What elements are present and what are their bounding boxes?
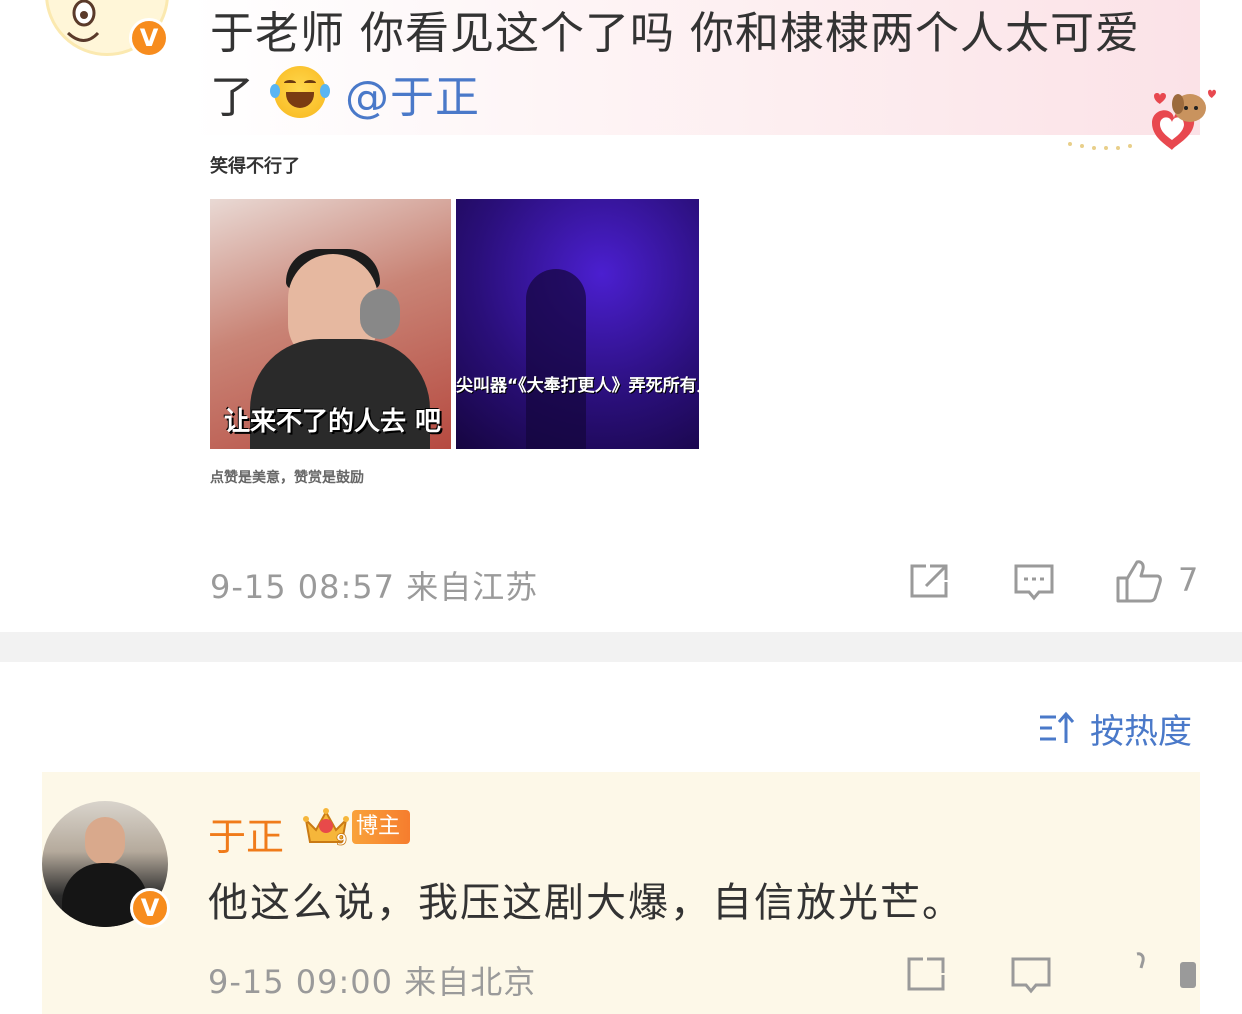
heart-puppy-sticker-icon (1062, 88, 1222, 158)
laughing-tears-emoji-icon (270, 66, 330, 118)
section-divider (0, 632, 1242, 662)
share-icon[interactable] (905, 955, 947, 993)
like-count: 7 (1178, 561, 1199, 599)
blogger-badge: 9 博主 (302, 806, 411, 848)
image-1-subtitle: 让来不了的人去 吧 (224, 407, 442, 437)
share-icon[interactable] (908, 562, 950, 600)
crown-level-icon: 9 (303, 808, 349, 848)
image-figure-silhouette (526, 269, 586, 449)
comment-author-name[interactable]: 于正 (208, 806, 284, 861)
comment-icon[interactable] (1013, 562, 1055, 602)
post-text: 于老师 你看见这个了吗 你和棣棣两个人太可爱 了 @于正 (210, 2, 1170, 130)
blogger-tag: 博主 (352, 810, 411, 844)
image-microphone (360, 289, 400, 339)
avatar-head (85, 817, 125, 865)
verified-badge-icon: V (130, 888, 170, 928)
mention-link[interactable]: @于正 (345, 72, 480, 123)
verified-badge-icon: V (129, 18, 169, 58)
sort-icon (1040, 711, 1075, 743)
image-2-subtitle: 尖叫器“《大奉打更人》弄死所有人 (456, 376, 699, 396)
embedded-image-caption: 笑得不行了 (210, 156, 300, 177)
post-text-line2-prefix: 了 (210, 72, 255, 123)
thumbs-up-icon[interactable] (1115, 950, 1163, 996)
post-text-line1: 于老师 你看见这个了吗 你和棣棣两个人太可爱 (210, 8, 1140, 59)
comment-text: 他这么说，我压这剧大爆，自信放光芒。 (208, 880, 964, 926)
embedded-image-footer: 点赞是美意，赞赏是鼓励 (210, 470, 364, 486)
sort-label: 按热度 (1090, 711, 1192, 752)
crown-level-number: 9 (336, 830, 347, 848)
sort-by-hot-button[interactable]: 按热度 (1038, 706, 1192, 752)
post-image-1[interactable]: 让来不了的人去 吧 (210, 199, 451, 449)
post-image-2[interactable]: 尖叫器“《大奉打更人》弄死所有人 (456, 199, 699, 449)
weibo-post: V 于老师 你看见这个了吗 你和棣棣两个人太可爱 了 @于正 笑得不行了 让来不… (0, 0, 1242, 632)
like-count-partial (1180, 962, 1196, 988)
thumbs-up-icon[interactable] (1115, 558, 1163, 604)
post-author-avatar[interactable]: V (45, 0, 169, 58)
comment-timestamp-location: 9-15 09:00 来自北京 (208, 963, 537, 1001)
post-text-line2: 了 @于正 (210, 66, 1170, 130)
comment-icon[interactable] (1010, 955, 1052, 995)
post-timestamp-location: 9-15 08:57 来自江苏 (210, 568, 539, 606)
